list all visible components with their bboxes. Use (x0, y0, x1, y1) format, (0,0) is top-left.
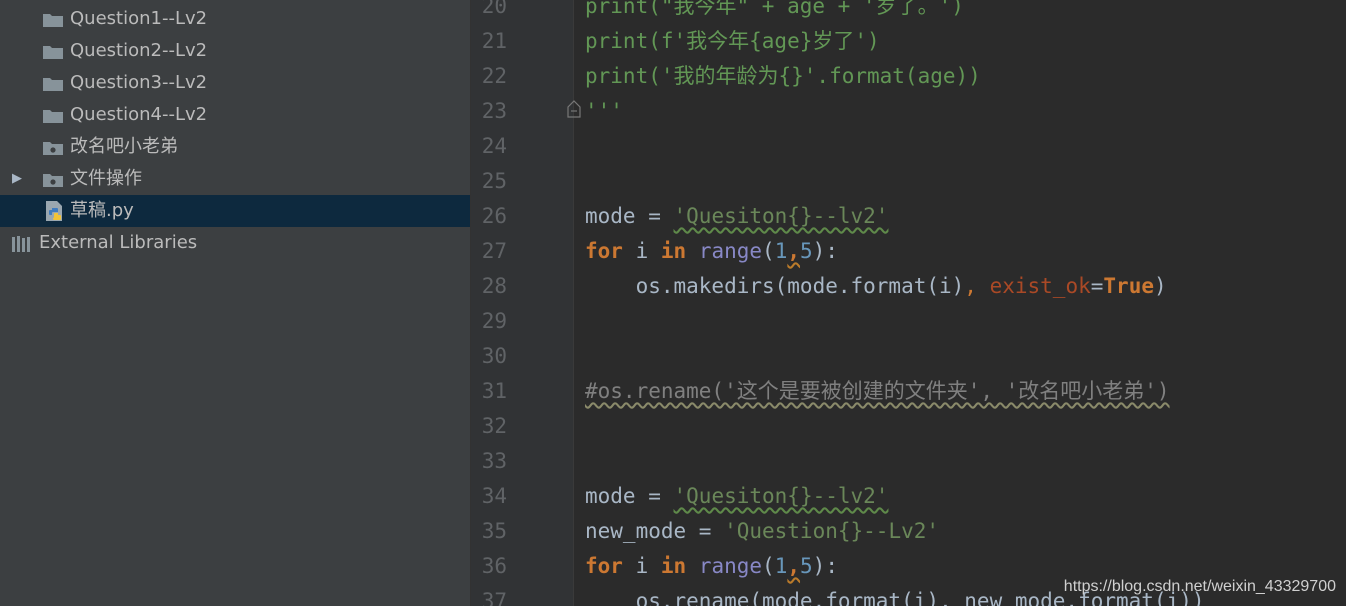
code-line-35[interactable]: new_mode = 'Question{}--Lv2' (585, 514, 939, 549)
number-literal: 5 (800, 239, 813, 263)
tree-item-draft-py[interactable]: 草稿.py (0, 195, 470, 227)
tree-item-external-libraries[interactable]: External Libraries (0, 227, 470, 259)
code-line-34[interactable]: mode = 'Quesiton{}--lv2' (585, 479, 888, 514)
keyword-argument: exist_ok (989, 274, 1091, 298)
line-number: 21 (481, 29, 507, 53)
line-number: 20 (481, 0, 507, 18)
comment-text: #os.rename('这个是要被创建的文件夹', '改名吧小老弟') (585, 379, 1170, 403)
line-number: 24 (481, 134, 507, 158)
code-line-20[interactable]: print("我今年" + age + '岁了。') (585, 0, 964, 24)
code-text: ): (812, 554, 838, 578)
line-number: 35 (481, 519, 507, 543)
tree-item-label: Question2--Lv2 (70, 40, 208, 61)
line-number: 37 (481, 589, 507, 606)
line-number: 27 (481, 239, 507, 263)
tree-item-label: Question3--Lv2 (70, 72, 208, 93)
tree-item-question1[interactable]: Question1--Lv2 (0, 3, 470, 35)
code-text: i (622, 239, 661, 263)
docstring-text: print("我今年" + age + '岁了。') (585, 0, 964, 18)
code-text: ): (812, 239, 838, 263)
keyword-in: in (660, 554, 687, 578)
tree-item-question4[interactable]: Question4--Lv2 (0, 99, 470, 131)
comma: , (787, 554, 801, 578)
line-number: 31 (481, 379, 507, 403)
folder-icon (43, 46, 63, 59)
code-line-21[interactable]: print(f'我今年{age}岁了') (585, 24, 880, 59)
line-number: 29 (481, 309, 507, 333)
tree-item-question3[interactable]: Question3--Lv2 (0, 67, 470, 99)
code-text: ( (762, 239, 775, 263)
string-literal: 'Question{}--Lv2' (724, 519, 940, 543)
tree-item-label: Question1--Lv2 (70, 8, 208, 29)
code-line-31[interactable]: #os.rename('这个是要被创建的文件夹', '改名吧小老弟') (585, 374, 1170, 409)
code-text: mode = (585, 204, 674, 228)
string-literal: 'Quesiton{}--lv2' (673, 484, 889, 508)
code-line-23[interactable]: ''' (585, 94, 623, 129)
folder-icon (43, 14, 63, 27)
docstring-end: ''' (585, 99, 623, 123)
code-line-28[interactable]: os.makedirs(mode.format(i), exist_ok=Tru… (585, 269, 1167, 304)
watermark-text: https://blog.csdn.net/weixin_43329700 (1063, 578, 1336, 595)
code-text: ) (1153, 274, 1167, 298)
number-literal: 1 (774, 239, 788, 263)
tree-item-file-operations[interactable]: ▶ 文件操作 (0, 163, 470, 195)
python-file-icon (46, 201, 62, 221)
gutter-separator (573, 0, 574, 606)
tree-item-label: 草稿.py (70, 200, 134, 221)
code-line-26[interactable]: mode = 'Quesiton{}--lv2' (585, 199, 888, 234)
line-number: 32 (481, 414, 507, 438)
number-literal: 1 (774, 554, 788, 578)
line-number: 33 (481, 449, 507, 473)
code-text: mode = (585, 484, 674, 508)
ide-window: Question1--Lv2 Question2--Lv2 Question3-… (0, 0, 1346, 606)
tree-item-label: 改名吧小老弟 (70, 136, 178, 157)
package-folder-icon (43, 142, 63, 155)
keyword-true: True (1103, 274, 1154, 298)
line-number: 22 (481, 64, 507, 88)
tree-item-question2[interactable]: Question2--Lv2 (0, 35, 470, 67)
keyword-for: for (585, 554, 623, 578)
docstring-text: print('我的年龄为{}'.format(age)) (585, 64, 981, 88)
docstring-text: print(f'我今年{age}岁了') (585, 29, 880, 53)
external-libraries-label: External Libraries (39, 232, 198, 253)
string-literal: 'Quesiton{}--lv2' (673, 204, 889, 228)
code-line-36[interactable]: for i in range(1,5): (585, 549, 838, 584)
tree-item-label: 文件操作 (70, 168, 142, 189)
tree-item-label: Question4--Lv2 (70, 104, 208, 125)
tree-item-rename-folder[interactable]: 改名吧小老弟 (0, 131, 470, 163)
code-editor[interactable]: 20 21 22 23 24 25 26 27 28 29 30 31 32 3… (471, 0, 1346, 606)
expand-arrow-icon[interactable]: ▶ (12, 163, 22, 195)
line-number: 36 (481, 554, 507, 578)
line-number: 28 (481, 274, 507, 298)
builtin-range: range (698, 239, 763, 263)
line-number: 25 (481, 169, 507, 193)
code-text: os.makedirs(mode.format(i) (585, 274, 965, 298)
code-text: new_mode = (585, 519, 725, 543)
libraries-icon (12, 236, 30, 252)
code-text: i (622, 554, 661, 578)
fold-marker-icon[interactable] (567, 100, 581, 118)
folder-icon (43, 110, 63, 123)
comma: , (787, 239, 801, 263)
code-text: = (1090, 274, 1104, 298)
code-line-27[interactable]: for i in range(1,5): (585, 234, 838, 269)
package-folder-icon (43, 174, 63, 187)
line-number: 26 (481, 204, 507, 228)
project-tree-panel: Question1--Lv2 Question2--Lv2 Question3-… (0, 0, 470, 606)
line-number: 30 (481, 344, 507, 368)
folder-icon (43, 78, 63, 91)
keyword-in: in (660, 239, 687, 263)
keyword-for: for (585, 239, 623, 263)
builtin-range: range (698, 554, 763, 578)
line-number: 23 (481, 99, 507, 123)
comma: , (964, 274, 990, 298)
code-line-22[interactable]: print('我的年龄为{}'.format(age)) (585, 59, 981, 94)
code-text: ( (762, 554, 775, 578)
line-number: 34 (481, 484, 507, 508)
number-literal: 5 (800, 554, 813, 578)
